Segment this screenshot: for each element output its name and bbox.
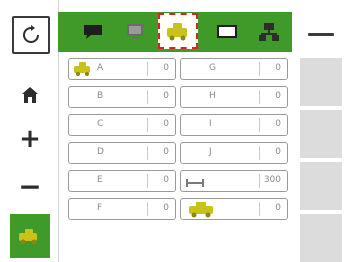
implement-icon xyxy=(185,200,219,218)
cell-divider xyxy=(259,62,260,76)
grid-row: A 0 G 0 xyxy=(62,58,296,84)
width-icon xyxy=(183,172,207,190)
cell-label: G xyxy=(209,63,216,73)
cell-label: J xyxy=(209,147,212,157)
grid-row: C 0 I 0 xyxy=(62,114,296,140)
cell-divider xyxy=(259,90,260,104)
grid-row: E 0 300 xyxy=(62,170,296,196)
cell-e[interactable]: E 0 xyxy=(68,170,176,192)
cell-divider xyxy=(147,202,148,216)
cell-h[interactable]: H 0 xyxy=(180,86,288,108)
implement-icon xyxy=(71,60,95,78)
plus-button[interactable]: + xyxy=(9,118,51,160)
tab-implement[interactable] xyxy=(158,13,198,49)
tab-bar xyxy=(58,12,292,52)
tab-chat[interactable] xyxy=(74,16,112,48)
cell-value: 0 xyxy=(275,119,281,129)
right-panel-slot[interactable] xyxy=(300,214,342,262)
cell-label: E xyxy=(97,175,103,185)
top-right-indicator xyxy=(300,12,342,52)
right-panel-slot[interactable] xyxy=(300,58,342,106)
cell-i[interactable]: I 0 xyxy=(180,114,288,136)
tab-screen[interactable] xyxy=(208,16,246,48)
cell-value: 0 xyxy=(163,175,169,185)
tab-monitor[interactable] xyxy=(116,16,154,48)
cell-value: 0 xyxy=(163,119,169,129)
right-panel-slot[interactable] xyxy=(300,110,342,158)
tab-network[interactable] xyxy=(250,16,288,48)
cell-label: D xyxy=(97,147,104,157)
cell-value: 0 xyxy=(275,91,281,101)
cell-d[interactable]: D 0 xyxy=(68,142,176,164)
cell-g[interactable]: G 0 xyxy=(180,58,288,80)
implement-icon xyxy=(19,228,37,244)
cell-divider xyxy=(147,62,148,76)
cell-label: F xyxy=(97,203,103,213)
cell-divider xyxy=(259,202,260,216)
plus-icon: + xyxy=(19,124,41,154)
right-panel xyxy=(300,58,345,262)
cell-value: 0 xyxy=(275,203,281,213)
cell-divider xyxy=(147,174,148,188)
cell-value: 0 xyxy=(275,63,281,73)
screen-icon xyxy=(217,25,237,38)
cell-label: H xyxy=(209,91,216,101)
screen: + − A 0 G 0 B 0 H 0 C 0 I 0 D 0 J 0 E 0 … xyxy=(0,0,345,262)
cell-divider xyxy=(259,174,260,188)
implement-icon xyxy=(167,23,187,41)
cell-c[interactable]: C 0 xyxy=(68,114,176,136)
cell-width[interactable]: 300 xyxy=(180,170,288,192)
cell-a[interactable]: A 0 xyxy=(68,58,176,80)
reset-button[interactable] xyxy=(12,16,50,54)
value-grid: A 0 G 0 B 0 H 0 C 0 I 0 D 0 J 0 E 0 300 … xyxy=(62,58,296,262)
cell-value: 300 xyxy=(263,175,281,185)
cell-value: 0 xyxy=(163,147,169,157)
network-icon xyxy=(259,23,279,41)
right-panel-slot[interactable] xyxy=(300,162,342,210)
cell-value: 0 xyxy=(163,63,169,73)
top-right-bar xyxy=(308,32,334,36)
chat-icon xyxy=(84,25,102,39)
minus-icon: − xyxy=(18,169,42,203)
cell-value: 0 xyxy=(163,203,169,213)
cell-label: I xyxy=(209,119,212,129)
reset-icon xyxy=(23,25,39,43)
cell-label: A xyxy=(97,63,104,73)
grid-row: F 0 0 xyxy=(62,198,296,224)
cell-f[interactable]: F 0 xyxy=(68,198,176,220)
home-icon xyxy=(22,87,38,103)
cell-label: C xyxy=(97,119,104,129)
grid-row: B 0 H 0 xyxy=(62,86,296,112)
implement-active-button[interactable] xyxy=(10,214,50,258)
cell-implement[interactable]: 0 xyxy=(180,198,288,220)
home-button[interactable] xyxy=(9,74,51,116)
cell-divider xyxy=(147,146,148,160)
cell-label: B xyxy=(97,91,104,101)
cell-value: 0 xyxy=(275,147,281,157)
cell-divider xyxy=(259,118,260,132)
cell-divider xyxy=(147,118,148,132)
cell-b[interactable]: B 0 xyxy=(68,86,176,108)
sidebar: + − xyxy=(0,0,59,262)
cell-value: 0 xyxy=(163,91,169,101)
cell-divider xyxy=(147,90,148,104)
cell-divider xyxy=(259,146,260,160)
grid-row: D 0 J 0 xyxy=(62,142,296,168)
minus-button[interactable]: − xyxy=(9,165,51,207)
cell-j[interactable]: J 0 xyxy=(180,142,288,164)
monitor-icon xyxy=(127,24,143,39)
